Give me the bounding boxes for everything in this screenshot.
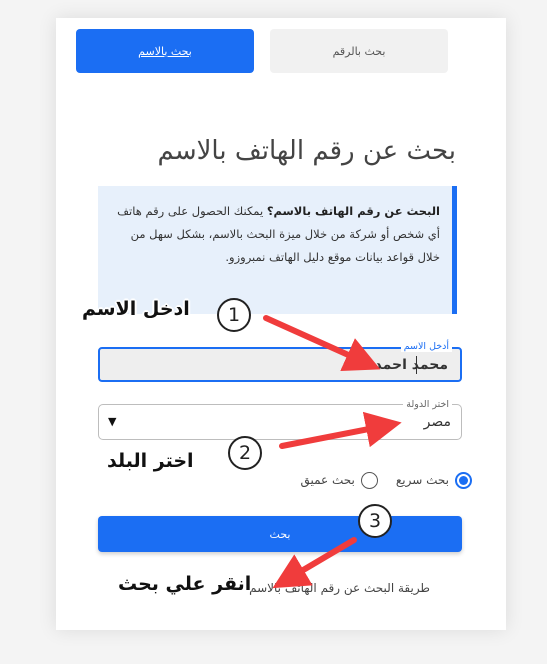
step-2-text: اختر البلد [107,450,194,472]
step-2-badge: 2 [228,436,262,470]
annotation-arrows [263,315,402,589]
step-1-text: ادخل الاسم [82,298,190,320]
arrow-3 [272,537,357,589]
step-3-badge: 3 [358,504,392,538]
step-3-text: انقر علي بحث [118,573,252,595]
step-1-badge: 1 [217,298,251,332]
arrow-1 [263,315,381,372]
arrow-2 [279,411,402,449]
